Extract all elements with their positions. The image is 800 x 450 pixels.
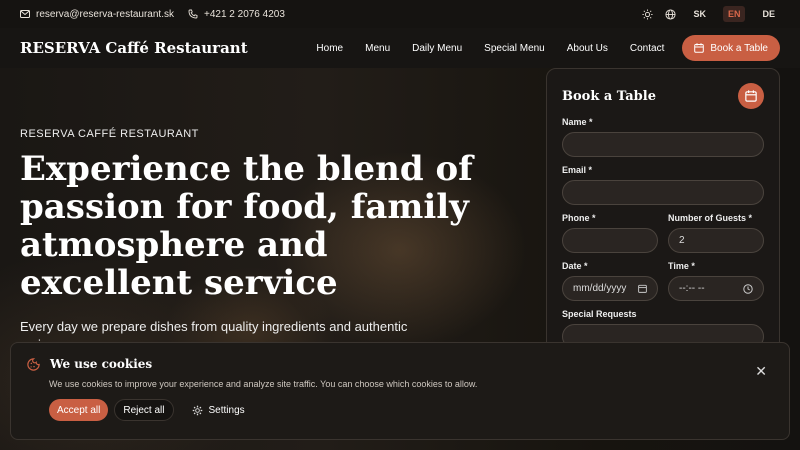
cookie-title: We use cookies [50, 357, 153, 371]
calendar-icon [694, 43, 705, 53]
name-field[interactable] [562, 132, 764, 157]
lang-de[interactable]: DE [757, 6, 780, 22]
date-placeholder: mm/dd/yyyy [573, 283, 627, 294]
calendar-icon[interactable] [638, 284, 647, 293]
booking-title: Book a Table [562, 88, 656, 104]
close-icon[interactable]: ✕ [755, 363, 767, 380]
nav-item-contact[interactable]: Contact [630, 43, 664, 54]
nav-item-home[interactable]: Home [316, 43, 343, 54]
cookie-settings-button[interactable]: Settings [192, 405, 245, 416]
lang-en[interactable]: EN [722, 6, 746, 22]
guests-field[interactable]: 2 [668, 228, 764, 253]
phone-field[interactable] [562, 228, 658, 253]
clock-icon[interactable] [743, 283, 753, 294]
email-label: Email * [562, 165, 593, 175]
email-link[interactable]: reserva@reserva-restaurant.sk [20, 9, 174, 20]
calendar-badge [738, 83, 764, 109]
book-table-label: Book a Table [710, 42, 768, 54]
cookie-icon [27, 357, 40, 371]
guests-label: Number of Guests * [668, 213, 753, 223]
hero-kicker: RESERVA CAFFÉ RESTAURANT [20, 128, 199, 140]
nav-item-menu[interactable]: Menu [365, 43, 390, 54]
phone-text: +421 2 2076 4203 [203, 8, 285, 20]
email-text: reserva@reserva-restaurant.sk [36, 8, 174, 20]
sun-icon[interactable] [642, 8, 653, 20]
date-label: Date * [562, 261, 588, 271]
globe-icon[interactable] [665, 8, 676, 20]
phone-link[interactable]: +421 2 2076 4203 [188, 9, 285, 20]
book-table-button[interactable]: Book a Table [682, 35, 780, 61]
cookie-text: We use cookies to improve your experienc… [49, 379, 478, 389]
name-label: Name * [562, 117, 593, 127]
nav-item-special-menu[interactable]: Special Menu [484, 43, 545, 54]
accept-all-button[interactable]: Accept all [49, 399, 109, 421]
phone-label: Phone * [562, 213, 596, 223]
nav-item-daily-menu[interactable]: Daily Menu [412, 43, 462, 54]
brand-logo[interactable]: RESERVA Caffé Restaurant [20, 39, 248, 57]
booking-form: Book a Table Name * Email * Phone * Numb… [546, 68, 780, 368]
time-label: Time * [668, 261, 695, 271]
hero-title: Experience the blend of passion for food… [20, 149, 473, 303]
date-field[interactable]: mm/dd/yyyy [562, 276, 658, 301]
nav-menu: Home Menu Daily Menu Special Menu About … [294, 35, 780, 61]
top-bar: reserva@reserva-restaurant.sk +421 2 207… [0, 0, 800, 28]
reject-all-button[interactable]: Reject all [114, 399, 174, 421]
guests-value: 2 [679, 235, 685, 246]
settings-label: Settings [208, 404, 245, 416]
nav-item-about-us[interactable]: About Us [567, 43, 608, 54]
cookie-banner: We use cookies ✕ We use cookies to impro… [10, 342, 790, 440]
time-field[interactable]: --:-- -- [668, 276, 764, 301]
lang-sk[interactable]: SK [688, 6, 711, 22]
time-placeholder: --:-- -- [679, 283, 705, 294]
email-field[interactable] [562, 180, 764, 205]
gear-icon [192, 405, 202, 415]
requests-label: Special Requests [562, 309, 637, 319]
main-nav: RESERVA Caffé Restaurant Home Menu Daily… [0, 28, 800, 68]
mail-icon [20, 10, 30, 18]
phone-icon [188, 9, 198, 19]
calendar-icon [745, 90, 757, 102]
